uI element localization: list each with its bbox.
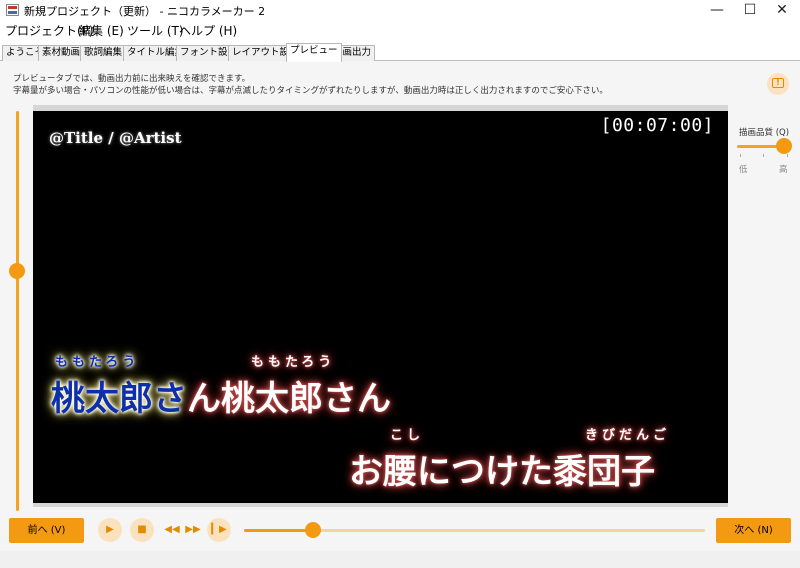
ruby-text: ももたろう [251,355,336,370]
tab-preview[interactable]: プレビュー [286,43,342,62]
lyric-line-1: 桃太郎さん桃太郎さん [51,371,391,420]
window-title: 新規プロジェクト（更新） - ニコカラメーカー 2 [24,5,266,18]
quality-label: 描画品質 (Q) [739,128,790,138]
close-button[interactable]: ✕ [762,0,800,20]
menu-tools[interactable]: ツール (T) [127,22,184,39]
menu-bar: プロジェクト(P) 編集 (E) ツール (T) ヘルプ (H) [0,20,800,40]
title-bar: 新規プロジェクト（更新） - ニコカラメーカー 2 — ☐ ✕ [0,0,800,20]
app-icon [6,4,19,16]
menu-help[interactable]: ヘルプ (H) [179,22,237,39]
tab-lyrics-edit[interactable]: 歌詞編集 [80,45,127,61]
seek-bar-fill [244,529,314,532]
comment-button[interactable]: ! [767,73,789,95]
video-preview: @Title / @Artist [00:07:00] ももたろう ももたろう … [33,111,728,503]
quality-low-label: 低 [739,165,748,175]
tab-source-video[interactable]: 素材動画 [38,45,85,61]
stop-icon[interactable]: ■ [130,518,154,542]
ruby-text: きびだんご [585,428,671,443]
lyric-sung: 桃太郎さ [51,379,187,419]
quality-ticks [740,154,788,157]
quality-slider-thumb[interactable] [776,138,792,154]
ruby-text: こし [390,428,425,443]
volume-slider-track[interactable] [16,111,19,511]
preview-panel: プレビュータブでは、動画出力前に出来映えを確認できます。 字幕量が多い場合・パソ… [0,61,800,551]
next-button[interactable]: 次へ (N) [716,518,791,543]
volume-slider-thumb[interactable] [9,263,25,279]
quality-high-label: 高 [779,165,788,175]
lyric-line-2: お腰につけた黍団子 [349,452,655,492]
play-icon[interactable]: ▶ [98,518,122,542]
frame-step-icon[interactable]: ▎▶ [207,518,231,542]
prev-button[interactable]: 前へ (V) [9,518,84,543]
tab-bar: ようこそ 素材動画 歌詞編集 タイトル編集 フォント設定 レイアウト設定 プレビ… [0,43,800,62]
info-line-2: 字幕量が多い場合・パソコンの性能が低い場合は、字幕が点滅したりタイミングがずれた… [13,86,608,96]
ruby-text: ももたろう [55,355,140,370]
status-bar [0,551,800,568]
fast-forward-icon[interactable]: ▶▶ [181,518,205,542]
timecode: [00:07:00] [600,115,714,136]
menu-edit[interactable]: 編集 (E) [79,22,124,39]
lyric-unsung: ん桃太郎さん [187,379,391,419]
info-text: プレビュータブでは、動画出力前に出来映えを確認できます。 字幕量が多い場合・パソ… [13,73,608,97]
info-line-1: プレビュータブでは、動画出力前に出来映えを確認できます。 [13,74,251,84]
title-artist-text: @Title / @Artist [49,129,182,147]
comment-icon: ! [772,78,784,88]
